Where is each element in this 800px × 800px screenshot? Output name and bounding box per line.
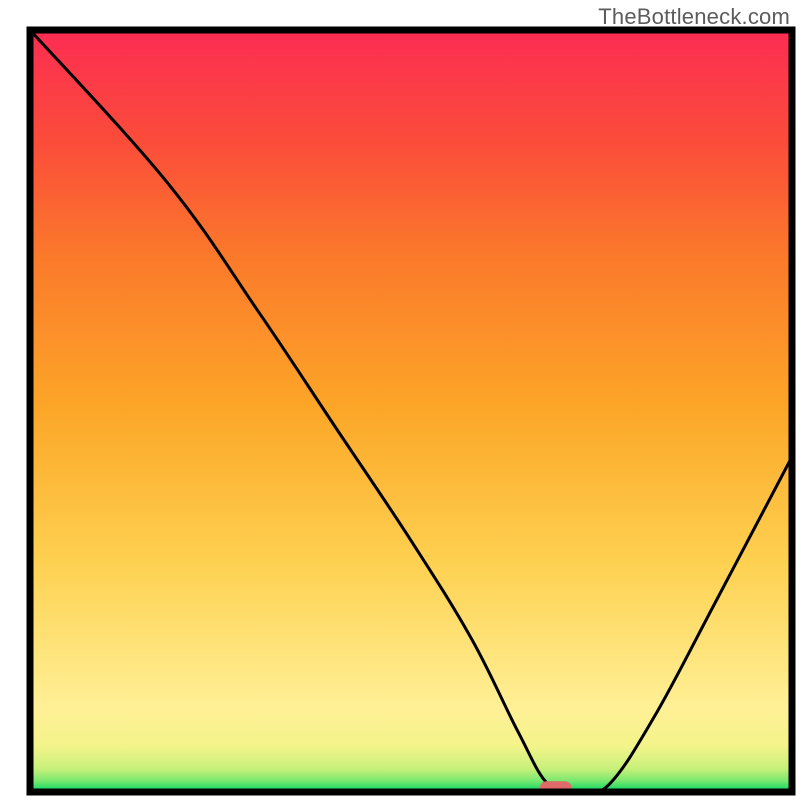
chart-container: TheBottleneck.com [0, 0, 800, 800]
watermark-label: TheBottleneck.com [598, 4, 790, 30]
gradient-background [30, 30, 792, 792]
plot-area [30, 30, 792, 795]
bottleneck-chart [0, 0, 800, 800]
